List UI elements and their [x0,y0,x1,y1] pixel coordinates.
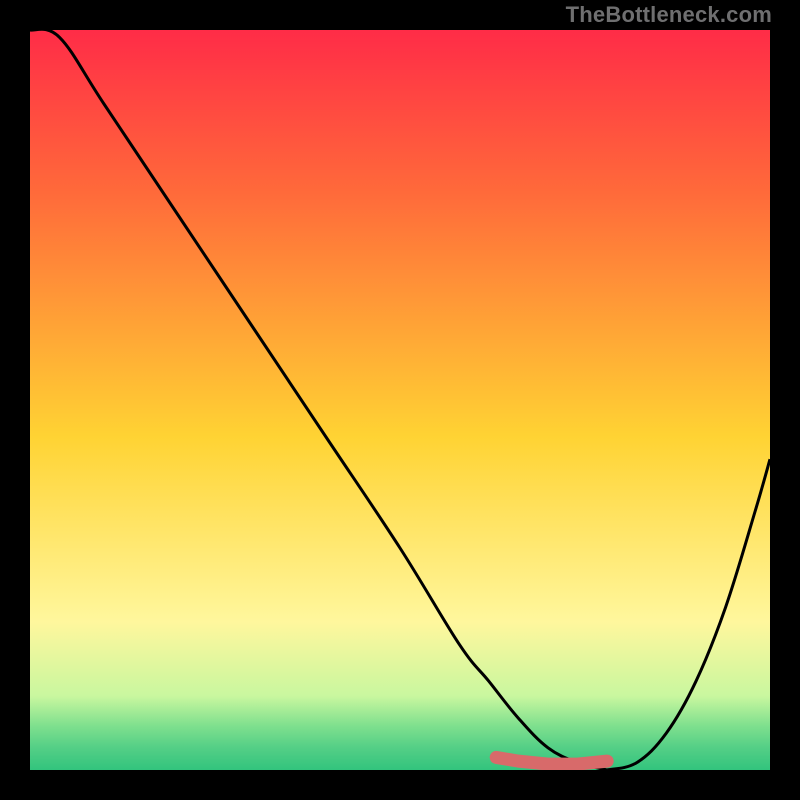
optimal-range-marker [496,757,607,764]
chart-frame: TheBottleneck.com [0,0,800,800]
gradient-background [30,30,770,770]
chart-canvas [30,30,770,770]
plot-area [30,30,770,770]
watermark-label: TheBottleneck.com [566,2,772,28]
